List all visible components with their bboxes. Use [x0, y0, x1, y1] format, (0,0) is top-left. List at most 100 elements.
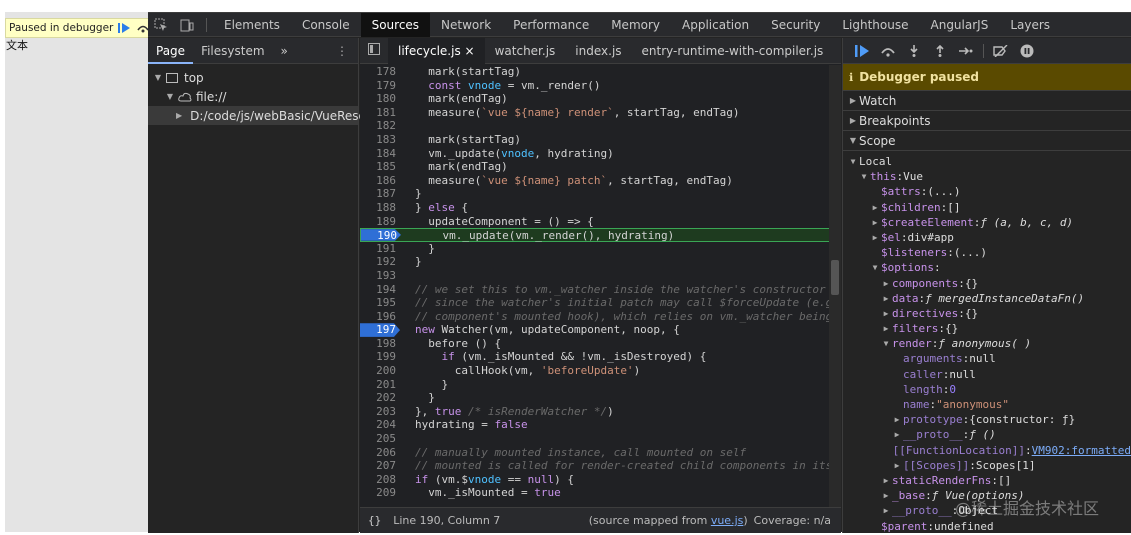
- more-tabs-button[interactable]: »: [273, 38, 296, 64]
- line-number[interactable]: 182: [360, 119, 400, 133]
- code-line[interactable]: 193: [360, 269, 841, 283]
- line-number[interactable]: 198: [360, 337, 400, 351]
- scope-property[interactable]: length: 0: [843, 382, 1131, 397]
- line-number[interactable]: 205: [360, 432, 400, 446]
- code-line[interactable]: 195 // since the watcher's initial patch …: [360, 296, 841, 310]
- scope-property[interactable]: ▶ directives: {}: [843, 306, 1131, 321]
- editor-tab-watcher[interactable]: watcher.js: [485, 38, 566, 64]
- scope-property[interactable]: ▶ $createElement: ƒ (a, b, c, d): [843, 215, 1131, 230]
- code-line[interactable]: 189 updateComponent = () => {: [360, 215, 841, 229]
- breakpoint-marker[interactable]: 190: [361, 229, 401, 241]
- line-number[interactable]: 186: [360, 174, 400, 188]
- line-number[interactable]: 184: [360, 147, 400, 161]
- line-number[interactable]: 204: [360, 418, 400, 432]
- scope-property[interactable]: $parent: undefined: [843, 519, 1131, 534]
- code-line[interactable]: 209 vm._isMounted = true: [360, 486, 841, 500]
- scope-property[interactable]: ▶ $children: []: [843, 200, 1131, 215]
- breakpoint-marker[interactable]: 197: [360, 323, 400, 337]
- code-line[interactable]: 205: [360, 432, 841, 446]
- scope-property[interactable]: ▶ data: ƒ mergedInstanceDataFn(): [843, 291, 1131, 306]
- current-execution-line[interactable]: 190 vm._update(vm._render(), hydrating): [360, 228, 841, 242]
- line-number[interactable]: 180: [360, 92, 400, 106]
- scope-property[interactable]: arguments: null: [843, 351, 1131, 366]
- step-button[interactable]: [953, 38, 979, 64]
- line-number[interactable]: 195: [360, 296, 400, 310]
- scope-property[interactable]: ▶ components: {}: [843, 276, 1131, 291]
- line-number[interactable]: 201: [360, 378, 400, 392]
- editor-scrollbar[interactable]: [829, 65, 841, 507]
- tab-elements[interactable]: Elements: [213, 13, 291, 37]
- code-line[interactable]: 201 }: [360, 378, 841, 392]
- code-line[interactable]: 207 // mounted is called for render-creat…: [360, 459, 841, 473]
- line-number[interactable]: 192: [360, 255, 400, 269]
- source-link[interactable]: vue.js: [711, 514, 744, 527]
- code-line[interactable]: 185 mark(endTag): [360, 160, 841, 174]
- line-number[interactable]: 178: [360, 65, 400, 79]
- scope-property[interactable]: ▶ filters: {}: [843, 321, 1131, 336]
- toggle-navigator-icon[interactable]: [360, 38, 388, 64]
- scope-property[interactable]: ▶ $el: div#app: [843, 230, 1131, 245]
- tab-page[interactable]: Page: [148, 38, 194, 64]
- line-number[interactable]: 189: [360, 215, 400, 229]
- line-number[interactable]: 181: [360, 106, 400, 120]
- scope-property[interactable]: $attrs: (...): [843, 184, 1131, 199]
- scope-property[interactable]: name: "anonymous": [843, 397, 1131, 412]
- tree-item-top[interactable]: ▼ top: [148, 68, 358, 87]
- scope-property[interactable]: ▼ Local: [843, 154, 1131, 169]
- code-line[interactable]: 199 if (vm._isMounted && !vm._isDestroye…: [360, 350, 841, 364]
- device-toolbar-icon[interactable]: [174, 13, 200, 37]
- code-line[interactable]: 184 vm._update(vnode, hydrating): [360, 147, 841, 161]
- code-line[interactable]: 208 if (vm.$vnode == null) {: [360, 473, 841, 487]
- code-line[interactable]: 206 // manually mounted instance, call mo…: [360, 446, 841, 460]
- line-number[interactable]: 191: [360, 242, 400, 256]
- step-out-button[interactable]: [927, 38, 953, 64]
- resume-button[interactable]: [849, 38, 875, 64]
- line-number[interactable]: 185: [360, 160, 400, 174]
- tab-network[interactable]: Network: [430, 13, 502, 37]
- line-number[interactable]: 196: [360, 310, 400, 324]
- pause-on-exceptions-button[interactable]: [1014, 38, 1040, 64]
- line-number[interactable]: 203: [360, 405, 400, 419]
- code-line[interactable]: 198 before () {: [360, 337, 841, 351]
- kebab-menu-icon[interactable]: ⋮: [336, 44, 358, 58]
- tab-application[interactable]: Application: [671, 13, 760, 37]
- scope-property[interactable]: ▼ render: ƒ anonymous( ): [843, 336, 1131, 351]
- tab-layers[interactable]: Layers: [999, 13, 1061, 37]
- code-line[interactable]: 182: [360, 119, 841, 133]
- resume-button[interactable]: [116, 21, 132, 35]
- tab-sources[interactable]: Sources: [360, 12, 431, 37]
- step-over-button[interactable]: [875, 38, 901, 64]
- code-line[interactable]: 202 }: [360, 391, 841, 405]
- scope-property[interactable]: ▶ prototype: {constructor: ƒ}: [843, 412, 1131, 427]
- editor-tab-index[interactable]: index.js: [565, 38, 631, 64]
- tab-console[interactable]: Console: [291, 13, 361, 37]
- inspect-element-icon[interactable]: [148, 13, 174, 37]
- line-number[interactable]: 193: [360, 269, 400, 283]
- line-number[interactable]: 199: [360, 350, 400, 364]
- property-value[interactable]: VM902:formatted: [1032, 443, 1131, 458]
- tab-lighthouse[interactable]: Lighthouse: [831, 13, 919, 37]
- line-number[interactable]: 179: [360, 79, 400, 93]
- code-line[interactable]: 178 mark(startTag): [360, 65, 841, 79]
- line-number[interactable]: 208: [360, 473, 400, 487]
- scroll-thumb[interactable]: [831, 260, 839, 295]
- code-line[interactable]: 192}: [360, 255, 841, 269]
- code-line[interactable]: 188} else {: [360, 201, 841, 215]
- code-line[interactable]: 204 hydrating = false: [360, 418, 841, 432]
- line-number[interactable]: 194: [360, 283, 400, 297]
- line-number[interactable]: 206: [360, 446, 400, 460]
- code-line[interactable]: 181 measure(`vue ${name} render`, startT…: [360, 106, 841, 120]
- code-line[interactable]: 180 mark(endTag): [360, 92, 841, 106]
- line-number[interactable]: 202: [360, 391, 400, 405]
- scope-property[interactable]: ▶ staticRenderFns: []: [843, 473, 1131, 488]
- tree-item-file[interactable]: ▼ file://: [148, 87, 358, 106]
- code-line[interactable]: 197 new Watcher(vm, updateComponent, noop…: [360, 323, 841, 337]
- code-line[interactable]: 200 callHook(vm, 'beforeUpdate'): [360, 364, 841, 378]
- code-line[interactable]: 179 const vnode = vm._render(): [360, 79, 841, 93]
- tree-item-folder[interactable]: ▶ D:/code/js/webBasic/VueResor: [148, 106, 371, 125]
- line-number[interactable]: 200: [360, 364, 400, 378]
- scope-property[interactable]: ▶ __proto__: ƒ (): [843, 427, 1131, 442]
- pretty-print-icon[interactable]: {}: [368, 514, 381, 527]
- section-scope[interactable]: ▼ Scope: [843, 131, 1131, 151]
- code-line[interactable]: 194 // we set this to vm._watcher inside …: [360, 283, 841, 297]
